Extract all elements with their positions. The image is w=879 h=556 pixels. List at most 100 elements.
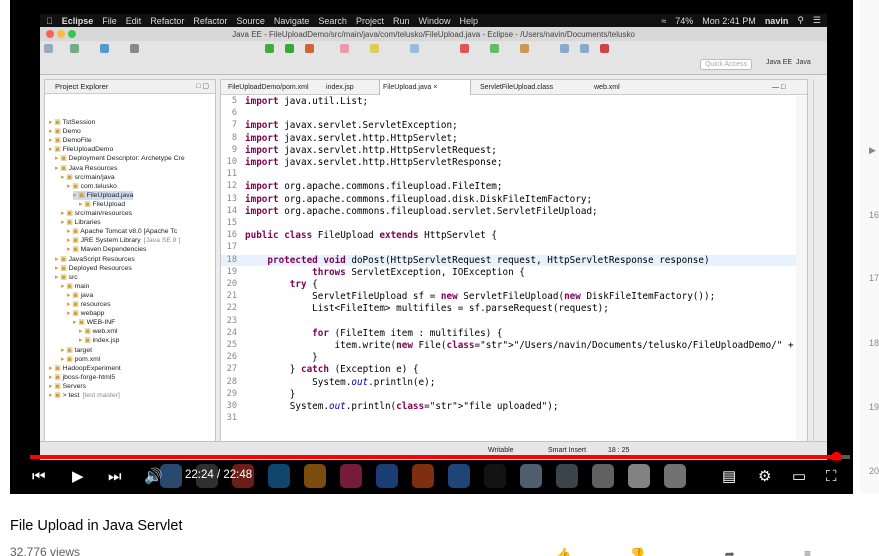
overview-ruler[interactable] — [796, 96, 807, 444]
print-icon[interactable] — [130, 44, 139, 53]
tree-item[interactable]: ▸ ▣ HadoopExperiment — [49, 364, 121, 373]
tree-item[interactable]: ▸ ▣ FileUploadDemo — [49, 145, 113, 154]
dislike-icon[interactable]: 👎 — [630, 547, 645, 556]
like-icon[interactable]: 👍 — [556, 547, 571, 556]
tab-web-xml[interactable]: web.xml — [591, 80, 620, 95]
tab-pom-xml[interactable]: FileUploadDemo/pom.xml — [225, 80, 309, 95]
perspective-javaee[interactable]: Java EE — [766, 59, 792, 66]
code-line[interactable]: 24 for (FileItem item : multifiles) { — [221, 328, 807, 339]
search-toolbar-icon[interactable] — [410, 44, 419, 53]
code-line[interactable]: 19 throws ServletException, IOException … — [221, 267, 807, 278]
tree-item[interactable]: ▸ ▣ resources — [67, 300, 110, 309]
code-line[interactable]: 29 } — [221, 389, 807, 400]
external-tools-icon[interactable] — [305, 44, 314, 53]
progress-bar[interactable] — [30, 452, 850, 463]
run-icon[interactable] — [285, 44, 294, 53]
tree-item[interactable]: ▸ ▣ Servers — [49, 382, 86, 391]
tree-item[interactable]: ▸ ▣ src — [55, 273, 78, 282]
stop-server-icon[interactable] — [460, 44, 469, 53]
code-line[interactable]: 12 import org.apache.commons.fileupload.F… — [221, 181, 807, 192]
tree-item[interactable]: ▸ ▣ Deployed Resources — [55, 264, 132, 273]
tree-item[interactable]: ▸ ▣ DemoFile — [49, 136, 92, 145]
pin-editor-icon[interactable] — [600, 44, 609, 53]
notification-icon[interactable]: ☰ — [813, 15, 827, 26]
tab-servletfileupload-class[interactable]: ServletFileUpload.class — [477, 80, 553, 95]
code-line[interactable]: 26 } — [221, 352, 807, 363]
tree-item[interactable]: ▸ ▣ src/main/java — [61, 173, 115, 182]
tree-item[interactable]: ▸ ▣ Maven Dependencies — [67, 245, 146, 254]
perspective-java[interactable]: Java — [796, 59, 811, 66]
tree-item[interactable]: ▸ ▣ web.xml — [79, 327, 118, 336]
tree-item[interactable]: ▸ ▣ FileUpload — [79, 200, 125, 209]
code-line[interactable]: 28 System.out.println(e); — [221, 377, 807, 388]
tree-item[interactable]: ▸ ▣ jboss-forge-html5 — [49, 373, 115, 382]
code-line[interactable]: 15 — [221, 218, 807, 229]
menu-help[interactable]: Help — [459, 16, 478, 26]
code-area[interactable]: 5 import java.util.List; 6 7 import javax.se… — [221, 96, 807, 444]
new-icon[interactable] — [44, 44, 53, 53]
code-line[interactable]: 25 item.write(new File(class="str">"/Use… — [221, 340, 807, 351]
code-line[interactable]: 23 — [221, 316, 807, 327]
code-line[interactable]: 5 import java.util.List; — [221, 96, 807, 107]
code-line[interactable]: 14 import org.apache.commons.fileupload.s… — [221, 206, 807, 217]
save-playlist-icon[interactable]: ≡ — [804, 547, 811, 556]
tree-item[interactable]: ▸ ▣ JavaScript Resources — [55, 255, 135, 264]
code-line[interactable]: 13 import org.apache.commons.fileupload.d… — [221, 194, 807, 205]
menu-run[interactable]: Run — [393, 16, 410, 26]
code-line[interactable]: 22 List<FileItem> multifiles = sf.parseR… — [221, 303, 807, 314]
play-icon[interactable]: ▶ — [72, 468, 84, 486]
tree-item[interactable]: ▸ ▣ > test [test master] — [49, 391, 120, 400]
tree-item[interactable]: ▸ ▣ Apache Tomcat v8.0 [Apache Tc — [67, 227, 177, 236]
quick-access-input[interactable]: Quick Access — [700, 59, 752, 70]
code-line[interactable]: 10 import javax.servlet.http.HttpServletR… — [221, 157, 807, 168]
tree-item[interactable]: ▸ ▣ TstSession — [49, 118, 95, 127]
zoom-window-icon[interactable] — [68, 30, 76, 38]
navigate-forward-icon[interactable] — [580, 44, 589, 53]
project-explorer-tab[interactable]: Project Explorer □ ▢ — [45, 80, 215, 94]
tree-item[interactable]: ▸ ▣ Java Resources — [55, 164, 117, 173]
code-line[interactable]: 6 — [221, 108, 807, 119]
tree-item[interactable]: ▸ ▣ index.jsp — [79, 336, 119, 345]
fullscreen-icon[interactable]: ⛶ — [826, 468, 837, 486]
close-window-icon[interactable] — [46, 30, 54, 38]
navigate-back-icon[interactable] — [560, 44, 569, 53]
menu-source[interactable]: Source — [236, 16, 265, 26]
tree-item[interactable]: ▸ ▣ src/main/resources — [61, 209, 132, 218]
code-line[interactable]: 31 — [221, 413, 807, 424]
code-line[interactable]: 18 protected void doPost(HttpServletRequ… — [221, 254, 807, 266]
tree-item[interactable]: ▸ ▣ java — [67, 291, 93, 300]
annotation-icon[interactable] — [520, 44, 529, 53]
play-arrow-icon[interactable]: ▶ — [869, 145, 876, 156]
tree-item[interactable]: ▸ ▣ pom.xml — [61, 355, 100, 364]
open-folder-icon[interactable] — [370, 44, 379, 53]
tree-item[interactable]: ▸ ▣ target — [61, 346, 92, 355]
code-line[interactable]: 11 — [221, 169, 807, 180]
code-line[interactable]: 30 System.out.println(class="str">"file … — [221, 401, 807, 412]
code-line[interactable]: 27 } catch (Exception e) { — [221, 364, 807, 375]
wifi-icon[interactable]: ≈ — [661, 16, 666, 26]
tree-item[interactable]: ▸ ▣ Libraries — [61, 218, 101, 227]
code-line[interactable]: 20 try { — [221, 279, 807, 290]
menu-refactor-2[interactable]: Refactor — [193, 16, 227, 26]
minimize-window-icon[interactable] — [57, 30, 65, 38]
spotlight-icon[interactable]: ⚲ — [797, 15, 804, 26]
code-line[interactable]: 16 public class FileUpload extends HttpSe… — [221, 230, 807, 241]
settings-gear-icon[interactable]: ⚙ — [758, 468, 771, 486]
video-player[interactable]:  Eclipse File Edit Refactor Refactor So… — [10, 0, 853, 494]
tab-index-jsp[interactable]: index.jsp — [323, 80, 354, 95]
subtitles-icon[interactable]: ▤ — [722, 468, 736, 486]
open-type-icon[interactable] — [100, 44, 109, 53]
debug-icon[interactable] — [265, 44, 274, 53]
tree-item[interactable]: ▸ ▣ main — [61, 282, 89, 291]
previous-icon[interactable]: ⏮ — [32, 468, 46, 486]
tree-item[interactable]: ▸ ▣ Deployment Descriptor: Archetype Cre — [55, 154, 185, 163]
menu-refactor[interactable]: Refactor — [150, 16, 184, 26]
code-line[interactable]: 17 — [221, 242, 807, 253]
tree-item[interactable]: ▸ ▣ JRE System Library [Java SE 8 [ — [67, 236, 180, 245]
user-name[interactable]: navin — [765, 16, 789, 26]
theater-mode-icon[interactable]: ▭ — [792, 468, 806, 486]
code-line[interactable]: 9 import javax.servlet.http.HttpServletRe… — [221, 145, 807, 156]
menu-project[interactable]: Project — [356, 16, 384, 26]
editor-minmax-icon[interactable]: — □ — [769, 80, 785, 95]
tree-item[interactable]: ▸ ▣ Demo — [49, 127, 81, 136]
